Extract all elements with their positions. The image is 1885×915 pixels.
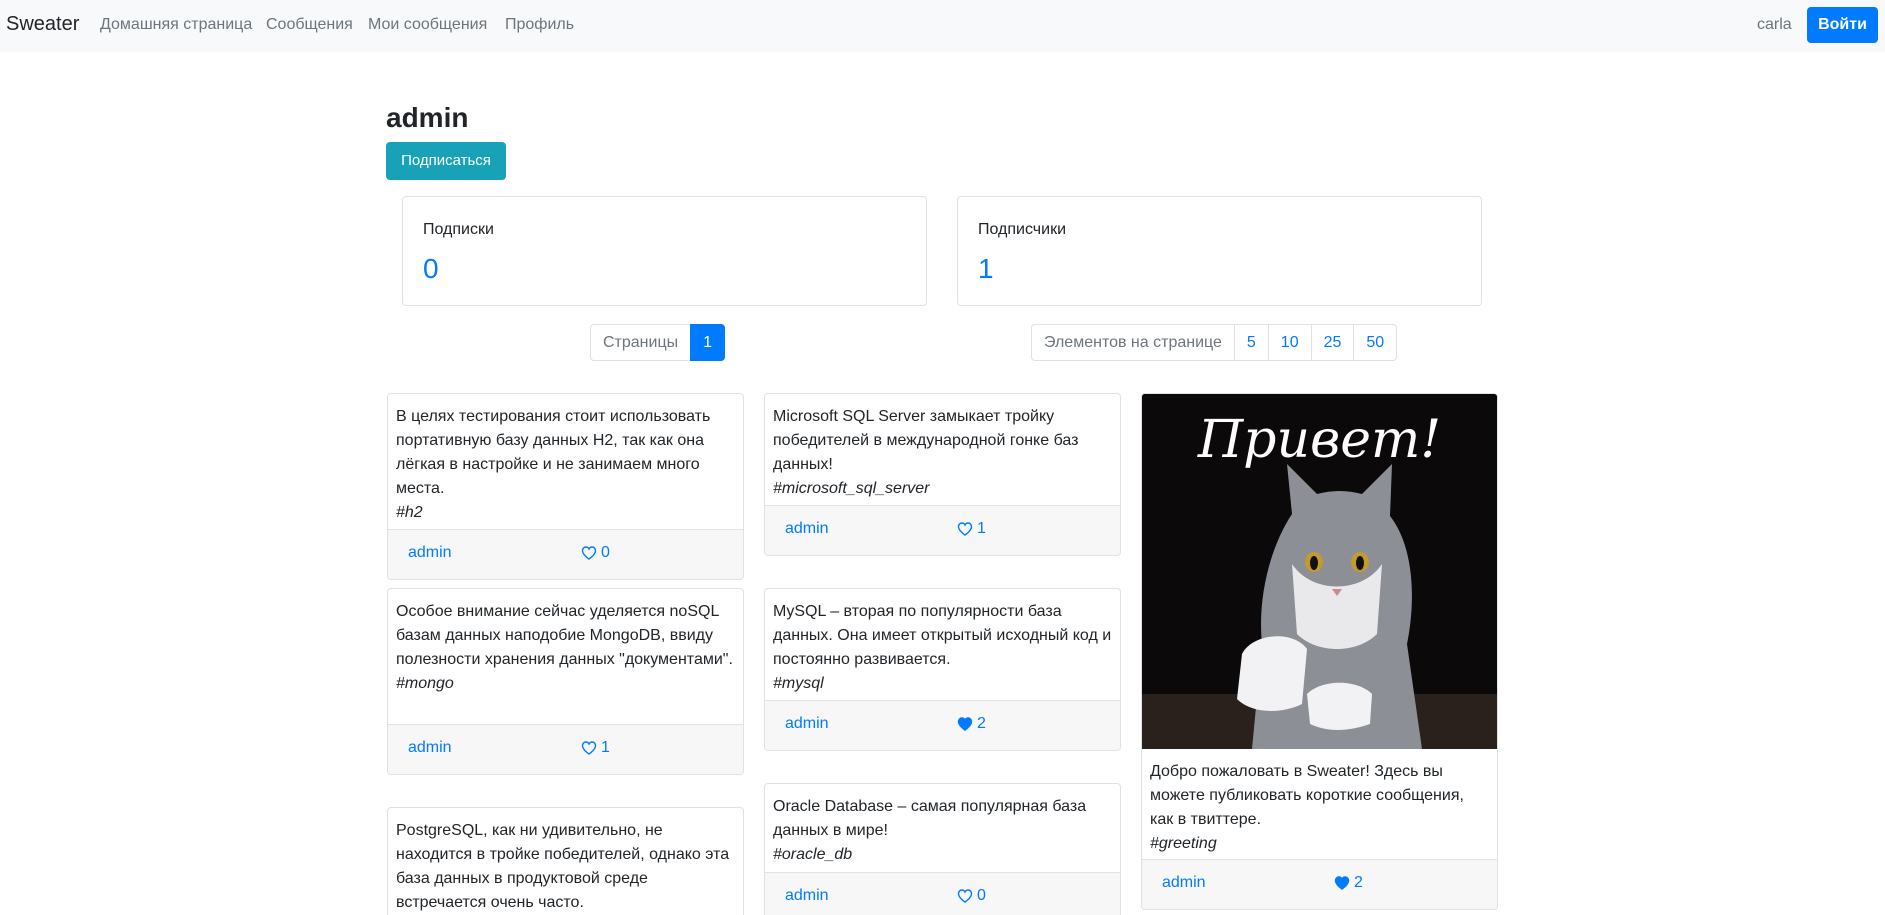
subscribers-count-link[interactable]: 1 [978,253,994,285]
like-count: 1 [977,520,986,537]
subscribe-button[interactable]: Подписаться [386,142,506,180]
message-footer: admin 0 [388,529,743,579]
like-button[interactable]: 2 [1334,874,1363,892]
subscriptions-label: Подписки [423,221,494,238]
nav-home-link[interactable]: Домашняя страница [100,16,252,34]
subscribers-label: Подписчики [978,221,1067,238]
message-text: Oracle Database – самая популярная база … [773,798,1087,839]
message-card: PostgreSQL, как ни удивительно, не наход… [387,807,744,915]
per-page-50-link[interactable]: 50 [1353,324,1398,361]
message-text: Особое внимание сейчас уделяется noSQL б… [396,603,733,668]
message-footer: admin 1 [388,724,743,774]
message-card: Особое внимание сейчас уделяется noSQL б… [387,588,744,775]
heart-outline-icon [957,522,973,536]
nav-messages-link[interactable]: Сообщения [266,16,353,34]
per-page-label: Элементов на странице [1031,324,1235,361]
message-footer: admin 2 [1142,859,1497,909]
heart-filled-icon [957,717,973,731]
subscribers-card: Подписчики 1 [957,196,1482,306]
per-page-pagination: Элементов на странице 5 10 25 50 [1031,324,1398,361]
message-footer: admin 1 [765,505,1120,555]
brand-link[interactable]: Sweater [6,13,79,36]
like-button[interactable]: 0 [957,887,986,905]
message-author-link[interactable]: admin [785,715,829,733]
login-button[interactable]: Войти [1807,7,1878,43]
subscriptions-card: Подписки 0 [402,196,927,306]
per-page-25-link[interactable]: 25 [1310,324,1355,361]
heart-outline-icon [957,889,973,903]
like-count: 0 [601,544,610,561]
like-button[interactable]: 1 [581,739,610,757]
message-author-link[interactable]: admin [785,520,829,538]
profile-title: admin [386,102,469,133]
like-count: 2 [1354,874,1363,891]
heart-outline-icon [581,741,597,755]
message-author-link[interactable]: admin [785,887,829,905]
message-tag: #oracle_db [773,846,853,863]
navbar: Sweater Домашняя страница Сообщения Мои … [0,0,1885,52]
message-card: Привет! Добро пожаловать в Sweater! Здес… [1141,393,1498,910]
message-card: В целях тестирования стоит использовать … [387,393,744,580]
page-1-link[interactable]: 1 [690,324,726,361]
message-tag: #mongo [396,675,454,692]
message-author-link[interactable]: admin [1162,874,1206,892]
per-page-10-link[interactable]: 10 [1267,324,1312,361]
current-user-name: carla [1757,16,1792,33]
nav-my-messages-link[interactable]: Мои сообщения [368,16,487,34]
pages-label: Страницы [590,324,692,361]
message-author-link[interactable]: admin [408,544,452,562]
message-footer: admin 0 [765,872,1120,915]
message-text: Добро пожаловать в Sweater! Здесь вы мож… [1150,763,1464,828]
like-count: 1 [601,739,610,756]
nav-profile-link[interactable]: Профиль [505,16,574,34]
like-count: 0 [977,887,986,904]
message-author-link[interactable]: admin [408,739,452,757]
message-text: В целях тестирования стоит использовать … [396,408,711,497]
like-count: 2 [977,715,986,732]
message-tag: #greeting [1150,835,1217,852]
message-text: MySQL – вторая по популярности база данн… [773,603,1112,668]
per-page-5-link[interactable]: 5 [1233,324,1269,361]
subscriptions-count-link[interactable]: 0 [423,253,439,285]
message-tag: #microsoft_sql_server [773,480,930,497]
message-card: MySQL – вторая по популярности база данн… [764,588,1121,751]
message-tag: #mysql [773,675,824,692]
like-button[interactable]: 0 [581,544,610,562]
heart-outline-icon [581,546,597,560]
message-card: Microsoft SQL Server замыкает тройку поб… [764,393,1121,556]
message-text: PostgreSQL, как ни удивительно, не наход… [396,822,730,911]
message-image: Привет! [1142,394,1497,749]
message-tag: #h2 [396,504,423,521]
like-button[interactable]: 1 [957,520,986,538]
page-pagination: Страницы 1 [590,324,726,361]
message-footer: admin 2 [765,700,1120,750]
image-caption: Привет! [1197,410,1442,470]
message-card: Oracle Database – самая популярная база … [764,783,1121,915]
heart-filled-icon [1334,876,1350,890]
message-text: Microsoft SQL Server замыкает тройку поб… [773,408,1079,473]
like-button[interactable]: 2 [957,715,986,733]
